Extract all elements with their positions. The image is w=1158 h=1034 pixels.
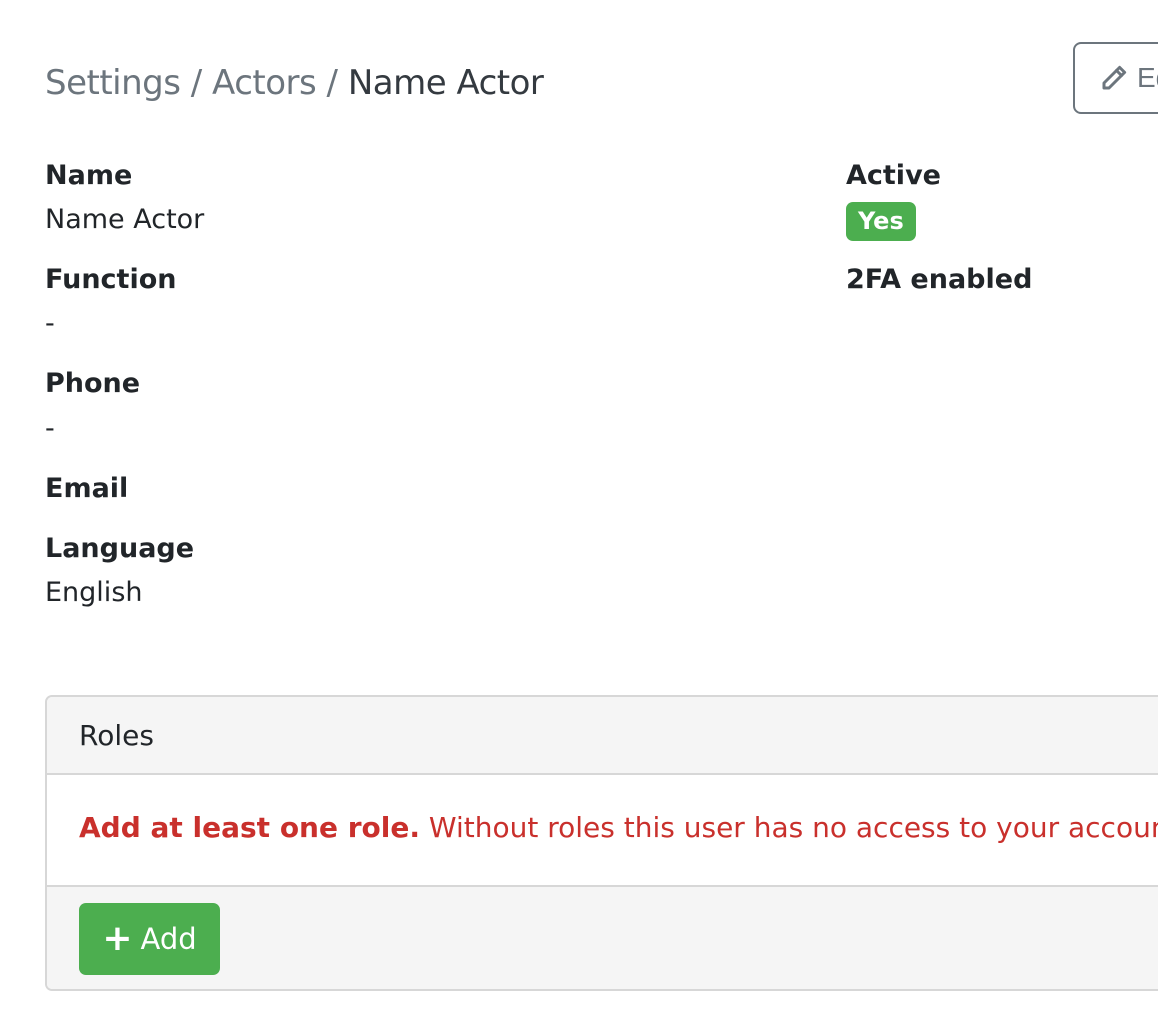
roles-panel-body: Add at least one role. Without roles thi…	[47, 775, 1158, 885]
breadcrumb-settings[interactable]: Settings	[45, 63, 181, 103]
phone-value: -	[45, 413, 55, 444]
pencil-icon	[1102, 65, 1127, 90]
language-label: Language	[45, 533, 195, 564]
breadcrumb-actors[interactable]: Actors	[212, 63, 317, 103]
roles-panel-header: Roles	[47, 697, 1158, 775]
email-label: Email	[45, 473, 129, 504]
no-roles-warning-text: Without roles this user has no access to…	[420, 811, 1158, 844]
name-value: Name Actor	[45, 204, 205, 235]
active-status-badge: Yes	[846, 202, 916, 241]
roles-panel-title: Roles	[79, 719, 154, 752]
breadcrumb-separator: /	[190, 63, 202, 103]
function-value: -	[45, 308, 55, 339]
roles-panel: Roles Add at least one role. Without rol…	[45, 695, 1158, 991]
function-label: Function	[45, 264, 177, 295]
actor-detail-page: Settings / Actors / Name Actor Edit Name…	[0, 0, 1158, 1034]
add-role-button-label: Add	[140, 922, 197, 956]
phone-label: Phone	[45, 368, 141, 399]
active-label: Active	[846, 160, 941, 191]
add-role-button[interactable]: + Add	[79, 903, 220, 975]
breadcrumb-current: Name Actor	[347, 63, 544, 103]
roles-panel-footer: + Add	[47, 885, 1158, 989]
edit-button[interactable]: Edit	[1073, 42, 1158, 114]
name-label: Name	[45, 160, 133, 191]
breadcrumb-separator: /	[326, 63, 338, 103]
language-value: English	[45, 577, 143, 608]
breadcrumb: Settings / Actors / Name Actor	[45, 60, 544, 106]
plus-icon: +	[102, 918, 133, 959]
no-roles-warning: Add at least one role. Without roles thi…	[79, 809, 1158, 847]
no-roles-warning-bold: Add at least one role.	[79, 811, 420, 844]
edit-button-label: Edit	[1137, 62, 1158, 93]
twofa-label: 2FA enabled	[846, 264, 1033, 295]
